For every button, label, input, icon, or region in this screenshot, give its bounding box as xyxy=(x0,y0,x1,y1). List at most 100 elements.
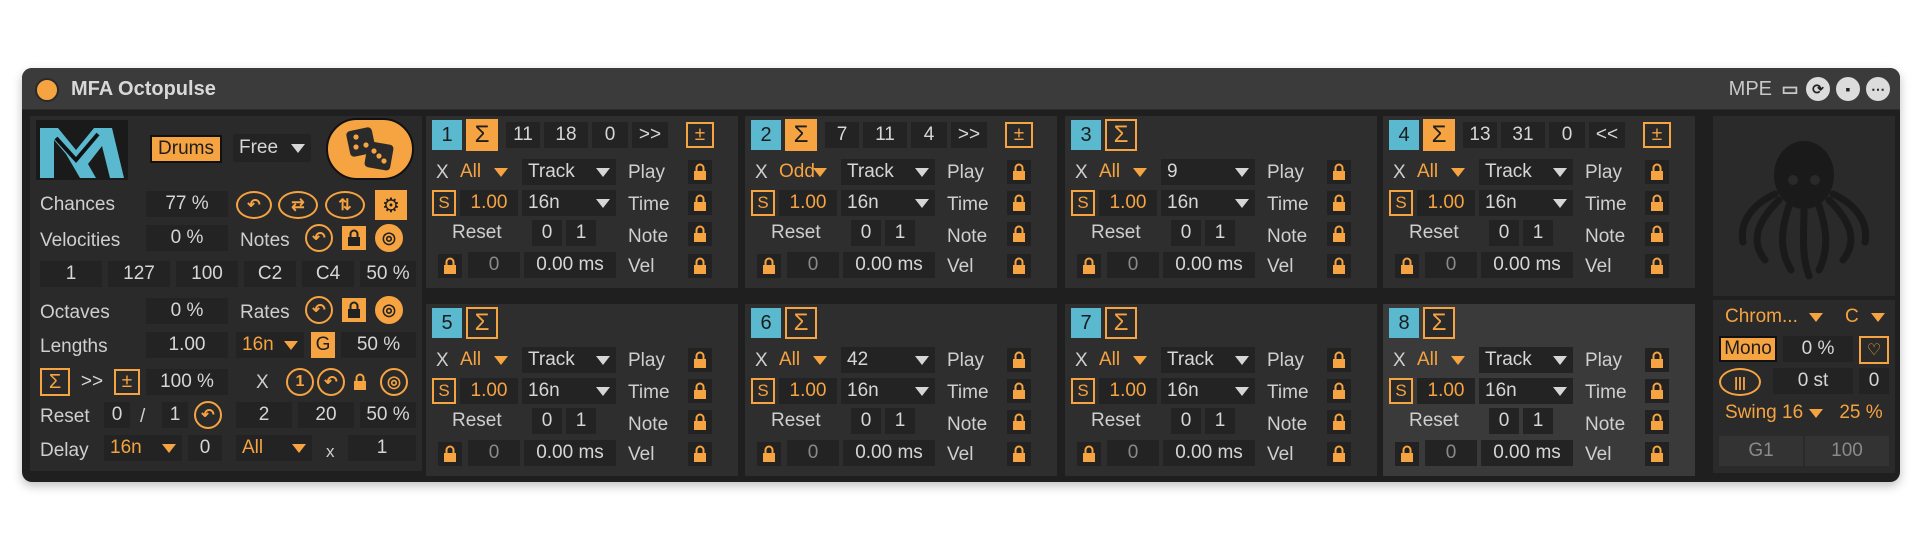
track-vel-lock-icon[interactable] xyxy=(688,254,712,278)
global-plus-minus[interactable]: ± xyxy=(114,369,140,395)
track-source-dropdown[interactable]: 9 xyxy=(1161,159,1255,185)
track-offset-value[interactable]: 0 xyxy=(468,440,520,466)
track-offset-lock-icon[interactable] xyxy=(1395,254,1419,278)
track-delay-ms[interactable]: 0.00 ms xyxy=(843,252,935,278)
track-reset-a[interactable]: 0 xyxy=(1489,220,1519,246)
track-vel-lock-icon[interactable] xyxy=(1007,254,1031,278)
track-note-lock-icon[interactable] xyxy=(1327,410,1351,434)
track-s-toggle[interactable]: S xyxy=(1071,378,1095,404)
track-filter-dropdown[interactable]: All xyxy=(454,347,514,373)
track-delay-ms[interactable]: 0.00 ms xyxy=(1163,440,1255,466)
rates-lock-icon[interactable] xyxy=(342,298,366,322)
track-s-toggle[interactable]: S xyxy=(432,378,456,404)
track-filter-dropdown[interactable]: All xyxy=(1093,159,1153,185)
track-header-value[interactable]: >> xyxy=(951,122,987,148)
delay-value[interactable]: 0 xyxy=(188,435,222,461)
track-offset-value[interactable]: 0 xyxy=(787,252,839,278)
track-plus-minus[interactable]: ± xyxy=(686,122,714,148)
track-delay-ms[interactable]: 0.00 ms xyxy=(1481,440,1573,466)
vel-max[interactable]: 127 xyxy=(108,261,170,287)
track-delay-ms[interactable]: 0.00 ms xyxy=(524,252,616,278)
track-speed-value[interactable]: 1.00 xyxy=(779,378,837,404)
track-note-lock-icon[interactable] xyxy=(688,222,712,246)
track-delay-ms[interactable]: 0.00 ms xyxy=(1163,252,1255,278)
octaves-value[interactable]: 0 % xyxy=(146,298,228,324)
track-sum-icon[interactable]: Σ xyxy=(466,119,498,151)
track-header-value[interactable]: 11 xyxy=(506,122,540,148)
delay-rate-dropdown[interactable]: 16n xyxy=(104,435,182,461)
reset-two[interactable]: 2 xyxy=(236,402,292,428)
mode-drums-button[interactable]: Drums xyxy=(150,135,222,163)
track-offset-value[interactable]: 0 xyxy=(1425,440,1477,466)
global-undo-icon[interactable]: ↶ xyxy=(317,368,345,396)
chances-value[interactable]: 77 % xyxy=(146,191,228,217)
track-reset-a[interactable]: 0 xyxy=(532,220,562,246)
notes-globe-icon[interactable]: ◎ xyxy=(375,224,403,252)
track-time-lock-icon[interactable] xyxy=(1645,191,1669,215)
notes-lock-icon[interactable] xyxy=(342,226,366,250)
chances-undo-icon[interactable]: ↶ xyxy=(236,191,272,219)
rates-undo-icon[interactable]: ↶ xyxy=(305,296,333,324)
track-header-value[interactable]: 0 xyxy=(1549,122,1585,148)
track-plus-minus[interactable]: ± xyxy=(1005,122,1033,148)
track-rate-dropdown[interactable]: 16n xyxy=(522,378,616,404)
track-play-lock-icon[interactable] xyxy=(1007,160,1031,184)
track-reset-b[interactable]: 1 xyxy=(1205,220,1235,246)
randomize-dice-button[interactable] xyxy=(326,118,414,180)
track-speed-value[interactable]: 1.00 xyxy=(1099,190,1157,216)
track-number[interactable]: 6 xyxy=(751,308,781,338)
track-number[interactable]: 7 xyxy=(1071,308,1101,338)
delay-multiplier[interactable]: 1 xyxy=(348,435,416,461)
track-header-value[interactable]: 4 xyxy=(911,122,947,148)
track-speed-value[interactable]: 1.00 xyxy=(1417,378,1475,404)
track-offset-value[interactable]: 0 xyxy=(1425,252,1477,278)
track-reset-b[interactable]: 1 xyxy=(566,408,596,434)
note-low[interactable]: C2 xyxy=(244,261,296,287)
device-power-toggle[interactable] xyxy=(35,78,59,102)
track-reset-b[interactable]: 1 xyxy=(1205,408,1235,434)
reset-twenty[interactable]: 20 xyxy=(298,402,354,428)
track-speed-value[interactable]: 1.00 xyxy=(1417,190,1475,216)
global-one-icon[interactable]: 1 xyxy=(286,368,314,396)
track-source-dropdown[interactable]: Track xyxy=(522,159,616,185)
track-filter-dropdown[interactable]: All xyxy=(454,159,514,185)
track-number[interactable]: 3 xyxy=(1071,120,1101,150)
track-sum-icon[interactable]: Σ xyxy=(785,307,817,339)
save-preset-icon[interactable]: ▪ xyxy=(1836,77,1860,101)
track-note-lock-icon[interactable] xyxy=(1645,410,1669,434)
track-time-lock-icon[interactable] xyxy=(688,379,712,403)
global-lock-icon[interactable] xyxy=(348,370,372,394)
swing-dropdown[interactable]: Swing 16 xyxy=(1719,400,1829,426)
track-plus-minus[interactable]: ± xyxy=(1643,122,1671,148)
track-rate-dropdown[interactable]: 16n xyxy=(1161,190,1255,216)
track-vel-lock-icon[interactable] xyxy=(1645,442,1669,466)
track-offset-value[interactable]: 0 xyxy=(1107,440,1159,466)
track-sum-icon[interactable]: Σ xyxy=(466,307,498,339)
track-rate-dropdown[interactable]: 16n xyxy=(1479,190,1573,216)
track-time-lock-icon[interactable] xyxy=(1327,379,1351,403)
note-high[interactable]: C4 xyxy=(302,261,354,287)
track-rate-dropdown[interactable]: 16n xyxy=(522,190,616,216)
global-direction[interactable]: >> xyxy=(76,369,108,395)
sum-percent[interactable]: 100 % xyxy=(146,369,228,395)
track-source-dropdown[interactable]: Track xyxy=(1161,347,1255,373)
track-rate-dropdown[interactable]: 16n xyxy=(841,378,935,404)
rate-percent[interactable]: 50 % xyxy=(341,332,416,358)
track-time-lock-icon[interactable] xyxy=(1007,379,1031,403)
hint-bulb-icon[interactable]: ♡ xyxy=(1859,336,1889,364)
track-play-lock-icon[interactable] xyxy=(688,348,712,372)
track-reset-b[interactable]: 1 xyxy=(1523,220,1553,246)
track-reset-a[interactable]: 0 xyxy=(532,408,562,434)
track-s-toggle[interactable]: S xyxy=(432,190,456,216)
track-number[interactable]: 5 xyxy=(432,308,462,338)
track-reset-a[interactable]: 0 xyxy=(851,408,881,434)
track-time-lock-icon[interactable] xyxy=(1007,191,1031,215)
chances-settings-gear-icon[interactable]: ⚙ xyxy=(375,190,407,220)
vel-min[interactable]: 1 xyxy=(40,261,102,287)
reset-percent[interactable]: 50 % xyxy=(360,402,416,428)
track-filter-dropdown[interactable]: All xyxy=(1093,347,1153,373)
track-time-lock-icon[interactable] xyxy=(1645,379,1669,403)
track-sum-icon[interactable]: Σ xyxy=(785,119,817,151)
track-source-dropdown[interactable]: 42 xyxy=(841,347,935,373)
track-vel-lock-icon[interactable] xyxy=(688,442,712,466)
